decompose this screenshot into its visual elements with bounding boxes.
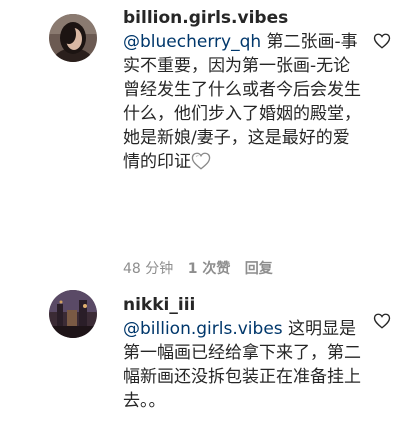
comment-time: 48 分钟 [123,261,174,277]
mention-link[interactable]: @bluecherry_qh [123,32,261,52]
comment-content: 第二张画-事实不重要，因为第一张画-无论曾经发生了什么或者今后会发生什么，他们步… [123,32,361,172]
comment-likes[interactable]: 1 次赞 [188,261,231,277]
comment-body: nikki_iii @billion.girls.vibes 这明显是第一幅画已… [123,293,363,413]
white-heart-emoji-icon [191,152,211,177]
mention-link[interactable]: @billion.girls.vibes [123,319,283,339]
comment-item: nikki_iii @billion.girls.vibes 这明显是第一幅画已… [0,290,403,445]
comment-item: billion.girls.vibes @bluecherry_qh 第二张画-… [0,0,403,290]
avatar[interactable] [49,14,97,62]
comment-meta: 48 分钟 1 次赞 回复 [123,260,283,278]
comment-username[interactable]: billion.girls.vibes [123,6,363,30]
like-heart-icon[interactable] [373,312,391,330]
like-heart-icon[interactable] [373,32,391,50]
avatar-image [49,290,97,338]
reply-button[interactable]: 回复 [245,261,273,277]
comment-username[interactable]: nikki_iii [123,293,363,317]
avatar[interactable] [49,290,97,338]
avatar-image [49,14,97,62]
comment-body: billion.girls.vibes @bluecherry_qh 第二张画-… [123,6,363,177]
comment-text: @billion.girls.vibes 这明显是第一幅画已经给拿下来了，第二幅… [123,317,363,413]
comment-text: @bluecherry_qh 第二张画-事实不重要，因为第一张画-无论曾经发生了… [123,30,363,177]
